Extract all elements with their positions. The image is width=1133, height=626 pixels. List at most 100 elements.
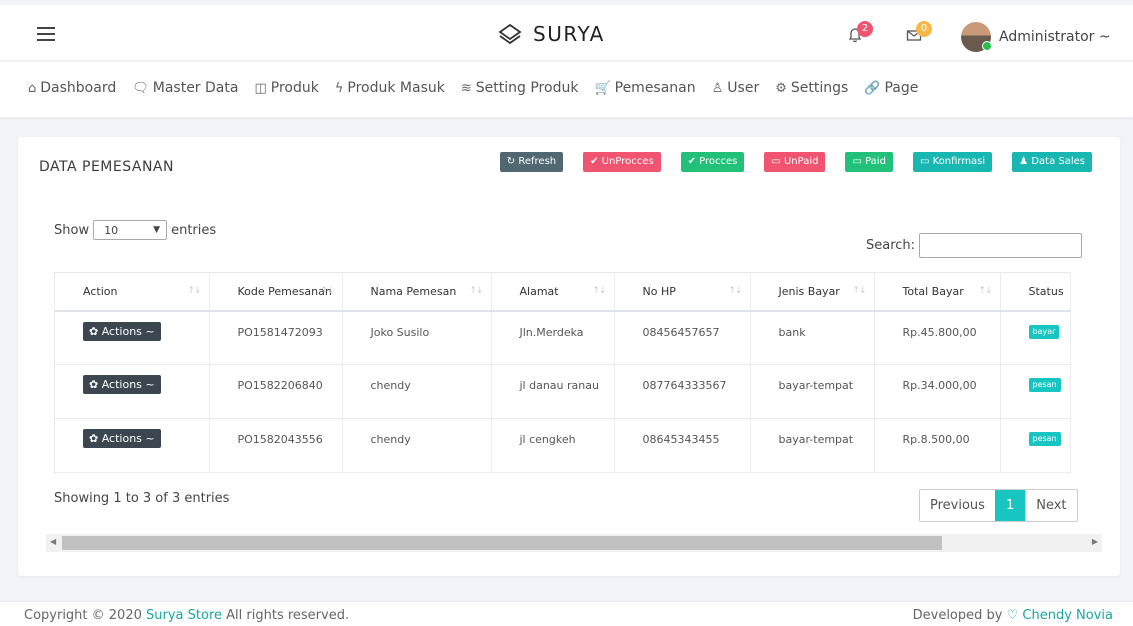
kode-cell: PO1582043556 [209,418,343,473]
menu-label: Produk [270,80,319,96]
menu-label: Page [884,80,919,96]
menu-item-produk-masuk[interactable]: ϟ Produk Masuk [335,80,445,96]
menu-label: Setting Produk [475,80,579,96]
menu-item-user[interactable]: ♙ User [712,80,760,96]
copyright-suffix: All rights reserved. [222,608,350,623]
horizontal-scrollbar[interactable]: ◀ ▶ [46,534,1102,552]
action-cell: ✿ Actions ~ [55,310,210,365]
kode-cell: PO1582206840 [209,364,343,419]
layers-logo-icon [498,23,522,45]
show-label: Show [54,222,90,238]
action-cell: ✿ Actions ~ [55,364,210,419]
row-actions-button[interactable]: ✿ Actions ~ [83,375,161,394]
entries-value: 10 [104,223,119,237]
heart-icon: ♡ [1006,608,1019,623]
menu-item-pemesanan[interactable]: 🛒 Pemesanan [594,80,695,96]
menu-item-page[interactable]: 🔗 Page [864,80,918,96]
nama-cell: Joko Susilo [342,310,492,365]
orders-card: DATA PEMESANAN ↻ Refresh ✔ UnProcces ✔ Pro… [18,137,1120,576]
copyright: Copyright © 2020 Surya Store All rights … [24,608,349,623]
total-cell: Rp.8.500,00 [874,418,1001,473]
sort-icon: ↑↓ [852,286,866,296]
column-header-label: Total Bayar [902,284,964,298]
data-sales-button[interactable]: ♟ Data Sales [1012,152,1092,172]
column-header[interactable]: Jenis Bayar ↑↓ [750,272,875,312]
developed-by-text: Developed by [912,608,1007,623]
notification-button[interactable]: 2 [845,21,873,47]
column-header[interactable]: No HP ↑↓ [614,272,751,312]
home-icon: ⌂ [28,80,37,96]
jenis-cell: bayar-tempat [750,418,875,473]
menu-label: Master Data [152,80,239,96]
table-scroll: Action ↑↓ Kode Pemesanan ↑↓ Nama Pemesan ↑↓ Al… [54,272,1090,474]
status-cell: pesan [1000,364,1071,419]
copyright-text: Copyright © 2020 [24,608,147,623]
procces-button[interactable]: ✔ Procces [680,152,745,172]
menu-item-dashboard[interactable]: ⌂ Dashboard [28,80,116,96]
next-button[interactable]: Next [1025,490,1076,521]
menu-item-produk[interactable]: ◫ Produk [254,80,318,96]
menu-toggle-icon[interactable] [37,27,55,41]
scroll-thumb[interactable] [62,536,942,550]
column-header[interactable]: Total Bayar ↑↓ [874,272,1001,312]
column-header[interactable]: Action ↑↓ [55,272,210,312]
menu-label: Pemesanan [614,80,696,96]
main-menu-bar: ⌂ Dashboard 🗨 Master Data ◫ Produk ϟ Produk Mas… [0,62,1133,117]
entries-length: Show 10 ▼ entries [54,220,216,240]
orders-table: Action ↑↓ Kode Pemesanan ↑↓ Nama Pemesan ↑↓ Al… [55,272,1071,473]
menu-label: Produk Masuk [347,80,445,96]
menu-item-master-data[interactable]: 🗨 Master Data [132,80,238,96]
hp-cell: 08645343455 [614,418,751,473]
column-header[interactable]: Nama Pemesan ↑↓ [342,272,492,312]
menu-label: Settings [790,80,849,96]
previous-button[interactable]: Previous [920,490,995,521]
refresh-button[interactable]: ↻ Refresh [499,152,564,172]
entries-select[interactable]: 10 ▼ [93,220,168,240]
column-header[interactable]: Alamat ↑↓ [491,272,615,312]
column-header[interactable]: Kode Pemesanan ↑↓ [209,272,343,312]
status-badge: bayar [1028,324,1060,339]
menu-item-settings[interactable]: ⚙ Settings [775,80,848,96]
sort-icon: ↑↓ [592,286,606,296]
pagination: Previous 1 Next [919,489,1078,522]
bolt-icon: ϟ [334,80,344,96]
main-menu: ⌂ Dashboard 🗨 Master Data ◫ Produk ϟ Produk Mas… [28,80,918,96]
alamat-cell: Jln.Merdeka [491,310,615,365]
mail-badge: 0 [916,21,932,37]
table-body: ✿ Actions ~ PO1581472093 Joko Susilo Jln.Me… [55,310,1071,473]
paid-button[interactable]: ▭ Paid [845,152,893,172]
sort-icon: ↑↓ [187,286,201,296]
table-row: ✿ Actions ~ PO1582043556 chendy jl cengkeh 0… [55,418,1071,473]
hp-cell: 08456457657 [614,310,751,365]
total-cell: Rp.34.000,00 [874,364,1001,419]
user-name: Administrator ~ [999,29,1111,45]
brand[interactable]: SURYA [497,21,605,47]
menu-item-setting-produk[interactable]: ≋ Setting Produk [461,80,579,96]
table-info: Showing 1 to 3 of 3 entries [54,491,230,506]
jenis-cell: bank [750,310,875,365]
jenis-cell: bayar-tempat [750,364,875,419]
developer-link[interactable]: Chendy Novia [1022,608,1113,623]
cart-icon: 🛒 [594,80,611,96]
row-actions-button[interactable]: ✿ Actions ~ [83,429,161,448]
hp-cell: 087764333567 [614,364,751,419]
column-header-label: Kode Pemesanan [237,284,332,298]
sort-icon: ↑↓ [320,286,334,296]
unprocces-button[interactable]: ✔ UnProcces [583,152,661,172]
column-header[interactable]: Status [1000,272,1071,312]
mail-button[interactable]: 0 [904,21,932,47]
scroll-right-icon[interactable]: ▶ [1092,537,1098,546]
unpaid-button[interactable]: ▭ UnPaid [764,152,826,172]
status-badge: pesan [1028,378,1061,392]
developer-credit: Developed by ♡ Chendy Novia [913,608,1113,623]
konfirmasi-button[interactable]: ▭ Konfirmasi [912,152,993,172]
row-actions-button[interactable]: ✿ Actions ~ [83,321,161,341]
user-menu[interactable]: Administrator ~ [961,22,1111,52]
sort-icon: ↑↓ [728,286,742,296]
search-input[interactable] [919,233,1083,258]
alamat-cell: jl danau ranau [491,364,615,419]
caret-down-icon: ▼ [153,225,161,235]
scroll-left-icon[interactable]: ◀ [50,537,56,546]
surya-store-link[interactable]: Surya Store [146,608,222,623]
page-1-button[interactable]: 1 [994,490,1026,521]
